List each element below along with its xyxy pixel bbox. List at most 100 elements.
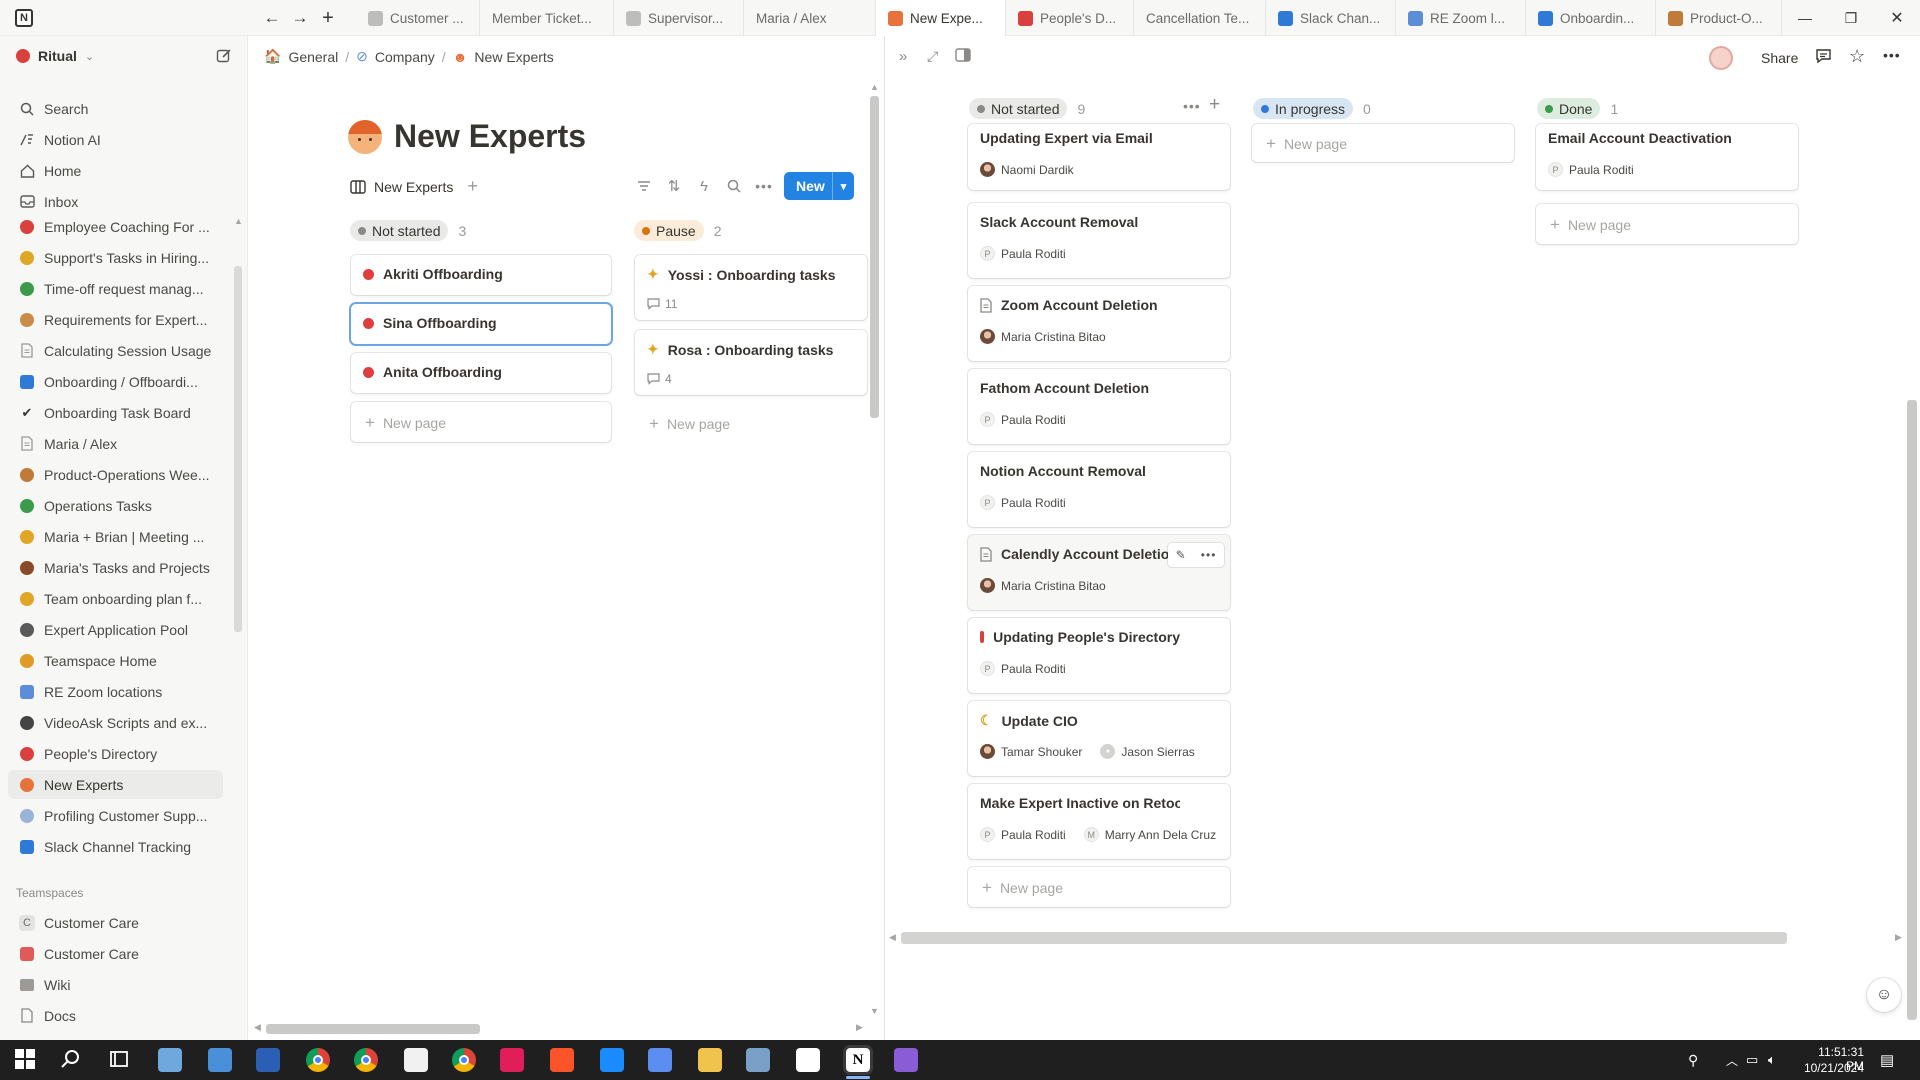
page-title[interactable]: New Experts bbox=[394, 118, 586, 155]
horizontal-scrollbar[interactable] bbox=[901, 932, 1787, 944]
forward-arrow-icon[interactable]: → bbox=[288, 6, 312, 30]
tab-5[interactable]: New Expe... bbox=[876, 0, 1006, 36]
breadcrumb-new-experts[interactable]: New Experts bbox=[474, 49, 553, 65]
sidebar-page-item[interactable]: Maria / Alex bbox=[8, 429, 223, 458]
new-button[interactable]: New ▾ bbox=[784, 172, 854, 200]
more-options-icon[interactable]: ••• bbox=[1883, 47, 1901, 63]
sidebar-page-item[interactable]: Operations Tasks bbox=[8, 491, 223, 520]
sidebar-page-item[interactable]: RE Zoom locations bbox=[8, 677, 223, 706]
close-icon[interactable]: ✕ bbox=[1874, 0, 1920, 36]
network-icon[interactable]: ▭ bbox=[1746, 1052, 1758, 1068]
sidebar-page-item[interactable]: Calculating Session Usage bbox=[8, 336, 223, 365]
share-button[interactable]: Share bbox=[1761, 50, 1798, 66]
scroll-left-arrow-icon[interactable]: ◀ bbox=[889, 932, 896, 943]
sidebar-page-item[interactable]: Product-Operations Wee... bbox=[8, 460, 223, 489]
scroll-right-arrow-icon[interactable]: ▶ bbox=[856, 1022, 863, 1033]
breadcrumb-general[interactable]: General bbox=[288, 49, 338, 65]
notion-ai-face-icon[interactable]: ☺ bbox=[1867, 978, 1901, 1012]
scroll-down-arrow-icon[interactable]: ▼ bbox=[870, 1006, 879, 1016]
workspace-switcher[interactable]: Ritual ⌄ bbox=[16, 48, 94, 64]
tab-8[interactable]: Slack Chan... bbox=[1266, 0, 1396, 36]
sidebar-notion-ai[interactable]: Notion AI bbox=[8, 125, 223, 154]
teamspace-item[interactable]: Docs bbox=[8, 1001, 223, 1030]
vertical-scrollbar[interactable] bbox=[1907, 400, 1917, 1020]
sidebar-page-item[interactable]: Support's Tasks in Hiring... bbox=[8, 243, 223, 272]
new-page-button[interactable]: + New page bbox=[351, 402, 611, 442]
teamspace-item[interactable]: Wiki bbox=[8, 970, 223, 999]
tab-9[interactable]: RE Zoom l... bbox=[1396, 0, 1526, 36]
comment-icon[interactable] bbox=[1815, 48, 1832, 64]
sidebar-page-item[interactable]: VideoAsk Scripts and ex... bbox=[8, 708, 223, 737]
sidebar-page-item[interactable]: Maria + Brian | Meeting ... bbox=[8, 522, 223, 551]
new-tab-plus-icon[interactable]: + bbox=[316, 6, 340, 30]
sidebar-page-item[interactable]: Requirements for Expert... bbox=[8, 305, 223, 334]
status-badge[interactable]: In progress bbox=[1253, 98, 1354, 119]
board-card[interactable]: Zoom Account Deletion Maria Cristina Bita… bbox=[968, 286, 1230, 361]
favorite-star-icon[interactable]: ☆ bbox=[1849, 46, 1865, 67]
side-peek-icon[interactable] bbox=[955, 48, 971, 62]
settings-app-icon[interactable] bbox=[648, 1048, 672, 1072]
board-card[interactable]: ☾ Update CIO Tamar Shouker ● Jason Sierras bbox=[968, 701, 1230, 776]
tab-4[interactable]: Maria / Alex bbox=[744, 0, 876, 36]
restore-icon[interactable]: ❐ bbox=[1828, 0, 1874, 36]
board-card[interactable]: Calendly Account Deletion Maria Cristina … bbox=[968, 535, 1230, 610]
start-icon[interactable] bbox=[14, 1048, 38, 1072]
notion-icon[interactable]: N bbox=[843, 1045, 873, 1075]
horizontal-scrollbar[interactable] bbox=[266, 1024, 480, 1034]
board-card[interactable]: Sina Offboarding bbox=[351, 304, 611, 344]
sidebar-page-item[interactable]: Team onboarding plan f... bbox=[8, 584, 223, 613]
tab-1[interactable]: Customer ... bbox=[356, 0, 480, 36]
group-more-options-icon[interactable]: ••• bbox=[1183, 98, 1201, 114]
board-card[interactable]: ✦ Yossi : Onboarding tasks 11 bbox=[635, 255, 867, 320]
view-tab-new-experts[interactable]: New Experts bbox=[374, 179, 453, 195]
slack-icon[interactable] bbox=[500, 1048, 524, 1072]
notepad-icon[interactable] bbox=[158, 1048, 182, 1072]
board-card[interactable]: ✦ Rosa : Onboarding tasks 4 bbox=[635, 330, 867, 395]
tab-11[interactable]: Product-O... bbox=[1656, 0, 1782, 36]
scroll-up-arrow-icon[interactable]: ▲ bbox=[234, 216, 243, 226]
person-tray-icon[interactable]: ⚲ bbox=[1688, 1052, 1698, 1069]
app-icon[interactable] bbox=[746, 1048, 770, 1072]
search-icon[interactable] bbox=[60, 1048, 84, 1072]
board-card[interactable]: Updating Expert via Email Naomi Dardik bbox=[968, 124, 1230, 190]
more-options-icon[interactable]: ••• bbox=[752, 174, 776, 198]
sidebar-page-item[interactable]: People's Directory bbox=[8, 739, 223, 768]
minimize-icon[interactable]: — bbox=[1782, 0, 1828, 36]
board-card[interactable]: Make Expert Inactive on Retool P Paula Rod… bbox=[968, 784, 1230, 859]
sidebar-page-item[interactable]: Teamspace Home bbox=[8, 646, 223, 675]
card-more-options-icon[interactable]: ••• bbox=[1201, 548, 1217, 562]
sidebar-page-item[interactable]: Employee Coaching For ... bbox=[8, 212, 223, 241]
sidebar-scrollbar[interactable] bbox=[234, 266, 242, 632]
back-arrow-icon[interactable]: ← bbox=[260, 6, 284, 30]
sort-icon[interactable]: ⇅ bbox=[662, 174, 686, 198]
board-card[interactable]: Notion Account Removal P Paula Roditi bbox=[968, 452, 1230, 527]
tab-3[interactable]: Supervisor... bbox=[614, 0, 744, 36]
clock-date[interactable]: 10/21/2024 bbox=[1798, 1061, 1864, 1075]
expand-icon[interactable]: ⤢ bbox=[927, 48, 938, 65]
new-page-button[interactable]: + New page bbox=[1252, 124, 1514, 162]
automation-bolt-icon[interactable]: ϟ bbox=[692, 174, 716, 198]
sidebar-page-item[interactable]: New Experts bbox=[8, 770, 223, 799]
steam-icon[interactable] bbox=[796, 1048, 820, 1072]
chrome-icon[interactable] bbox=[452, 1048, 476, 1072]
edit-pencil-icon[interactable]: ✎ bbox=[1176, 548, 1186, 562]
chrome-icon[interactable] bbox=[354, 1048, 378, 1072]
chrome-icon[interactable] bbox=[306, 1048, 330, 1072]
teamspace-item[interactable]: C Customer Care bbox=[8, 908, 223, 937]
redhead-emoji-icon[interactable] bbox=[348, 119, 382, 154]
chevron-down-icon[interactable]: ▾ bbox=[832, 172, 854, 200]
brave-icon[interactable] bbox=[550, 1048, 574, 1072]
new-page-compose-icon[interactable] bbox=[216, 48, 232, 64]
user-avatar[interactable] bbox=[1709, 46, 1733, 70]
badge-app-icon[interactable] bbox=[404, 1048, 428, 1072]
tray-chevron-up-icon[interactable]: ︿ bbox=[1726, 1052, 1738, 1069]
folder-icon[interactable] bbox=[698, 1048, 722, 1072]
breadcrumb-company[interactable]: Company bbox=[375, 49, 435, 65]
tab-7[interactable]: Cancellation Te... bbox=[1134, 0, 1266, 36]
close-peek-double-chevron-icon[interactable]: » bbox=[899, 48, 907, 65]
sidebar-page-item[interactable]: Onboarding / Offboardi... bbox=[8, 367, 223, 396]
board-card[interactable]: Updating People's Directory P Paula Roditi bbox=[968, 618, 1230, 693]
1password-icon[interactable] bbox=[600, 1048, 624, 1072]
tab-10[interactable]: Onboardin... bbox=[1526, 0, 1656, 36]
new-page-button[interactable]: + New page bbox=[1536, 204, 1798, 244]
